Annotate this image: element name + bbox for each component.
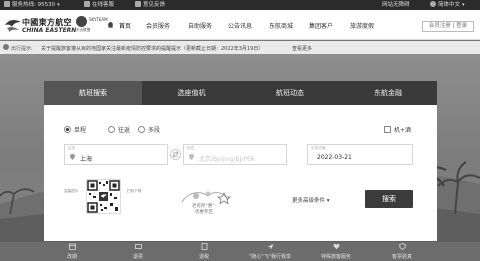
phone-icon <box>4 1 10 7</box>
departure-value: 上海 <box>80 156 93 163</box>
arrival-placeholder: 北京/Beijing/BJ/PEK <box>199 156 255 163</box>
chat-icon <box>84 1 90 7</box>
nav-announcements[interactable]: 公告讯息 <box>228 21 252 30</box>
swap-cities-button[interactable] <box>170 149 181 160</box>
top-utility-bar: 服务热线: 95530 ▾ 在线客服 意见反馈 网站无障碍 简体中文 ▾ <box>0 0 480 10</box>
swallow-logo-icon[interactable] <box>4 16 22 34</box>
radio-selected-icon <box>64 126 71 133</box>
notice-more-link[interactable]: 查看更多 <box>292 45 312 52</box>
tab-finance[interactable]: 东航金融 <box>339 81 437 105</box>
booking-panel: 航班搜索 选座值机 航班动态 东航金融 单程 往返 多段 机+酒 出发 上海 到… <box>44 81 437 241</box>
trip-type-multicity[interactable]: 多段 <box>138 125 160 134</box>
date-value: 2022-03-21 <box>317 154 352 161</box>
feedback-link[interactable]: 意见反馈 <box>135 1 165 9</box>
travel-notice-bar: 出行提示: 关于提醒旅客遵从目的地国家关注最新疫情防控要求的提醒提示（更新截止日… <box>0 41 480 54</box>
tab-flight-search[interactable]: 航班搜索 <box>44 81 142 105</box>
location-pin-icon <box>189 154 194 160</box>
departure-date-field[interactable]: 出发日期 2022-03-21 <box>307 144 413 165</box>
quick-ticket-verify[interactable]: 客票验真 <box>372 242 432 261</box>
flight-search-form: 单程 往返 多段 机+酒 出发 上海 到达 北京/Beijing/BJ/PEK … <box>44 105 437 241</box>
qr-right-label: 扫码下载 <box>127 189 142 193</box>
promo-text: 老有所“惠”· 优惠专区 <box>191 204 217 215</box>
home-icon[interactable] <box>107 21 114 28</box>
hotline: 服务热线: 95530 ▾ <box>4 1 60 9</box>
logo-english-name: CHINA EASTERN <box>22 27 77 34</box>
radio-icon <box>108 126 115 133</box>
tab-seat-checkin[interactable]: 选座值机 <box>142 81 241 105</box>
trip-type-roundtrip[interactable]: 往返 <box>108 125 130 134</box>
swap-icon <box>172 151 179 158</box>
senior-promo-banner[interactable]: 老有所“惠”· 优惠专区 <box>178 188 238 218</box>
calendar-icon <box>69 243 76 250</box>
nav-mall[interactable]: 东航商城 <box>269 21 293 30</box>
quick-services-bar: 改期 退票 退税 "随心"飞"我行我享 特殊旅客服务 客票验真 <box>0 242 480 261</box>
notice-title: 出行提示: <box>11 46 33 52</box>
skyteam-name: SKYTEAM <box>89 17 108 22</box>
chevron-down-icon: ▾ <box>462 2 465 8</box>
nav-member-services[interactable]: 会员服务 <box>146 21 170 30</box>
radio-icon <box>138 126 145 133</box>
nav-travel[interactable]: 旅游度假 <box>350 21 374 30</box>
location-pin-icon <box>70 154 75 160</box>
nav-corporate[interactable]: 集团客户 <box>309 21 333 30</box>
nav-self-service[interactable]: 自助服务 <box>188 21 212 30</box>
heart-icon <box>333 243 340 250</box>
skyteam-logo: SKYTEAM 天合联盟 <box>76 16 108 34</box>
checkbox-icon <box>384 126 391 133</box>
quick-reschedule[interactable]: 改期 <box>42 242 102 261</box>
advanced-options-toggle[interactable]: 更多高级条件 ▾ <box>292 196 330 204</box>
tab-flight-status[interactable]: 航班动态 <box>241 81 339 105</box>
date-label: 出发日期 <box>311 146 326 150</box>
online-service-link[interactable]: 在线客服 <box>84 1 114 9</box>
qr-code-icon <box>87 180 120 213</box>
trip-type-oneway[interactable]: 单程 <box>64 125 86 134</box>
accessibility-link[interactable]: 网站无障碍 <box>382 1 410 9</box>
skyteam-sub: 天合联盟 <box>76 28 91 32</box>
hotline-text: 服务热线: 95530 <box>12 2 56 8</box>
quick-refund[interactable]: 退票 <box>108 242 168 261</box>
register-login-button[interactable]: 会员注册 | 登录 <box>422 21 474 32</box>
departure-label: 出发 <box>68 146 76 150</box>
app-qr-code <box>86 179 121 214</box>
quick-tax-refund[interactable]: 退税 <box>174 242 234 261</box>
notice-link[interactable]: 关于提醒旅客遵从目的地国家关注最新疫情防控要求的提醒提示（更新截止日期：2022… <box>41 45 263 52</box>
flight-hotel-checkbox[interactable]: 机+酒 <box>384 125 411 134</box>
notice-icon <box>3 44 9 50</box>
globe-icon <box>430 1 436 7</box>
quick-flex-pass[interactable]: "随心"飞"我行我享 <box>240 242 300 261</box>
language-selector[interactable]: 简体中文 ▾ <box>430 1 465 9</box>
search-button[interactable]: 搜索 <box>365 190 413 208</box>
site-header: 中國東方航空 CHINA EASTERN SKYTEAM 天合联盟 首页 会员服… <box>0 10 480 40</box>
quick-special-passenger[interactable]: 特殊旅客服务 <box>306 242 366 261</box>
caret-down-icon: ▾ <box>326 198 330 204</box>
skyteam-badge-icon <box>76 16 87 27</box>
booking-tabs: 航班搜索 选座值机 航班动态 东航金融 <box>44 81 437 105</box>
departure-field[interactable]: 出发 上海 <box>64 144 168 165</box>
ticket-icon <box>135 244 142 249</box>
receipt-icon <box>201 243 208 250</box>
plane-icon <box>267 244 274 250</box>
feedback-icon <box>135 1 141 7</box>
qr-left-label: 温馨提示 <box>64 189 79 193</box>
arrival-label: 到达 <box>187 146 195 150</box>
chevron-down-icon[interactable]: ▾ <box>57 2 60 8</box>
nav-home[interactable]: 首页 <box>119 21 131 30</box>
arrival-field[interactable]: 到达 北京/Beijing/BJ/PEK <box>183 144 287 165</box>
shield-icon <box>399 243 406 250</box>
